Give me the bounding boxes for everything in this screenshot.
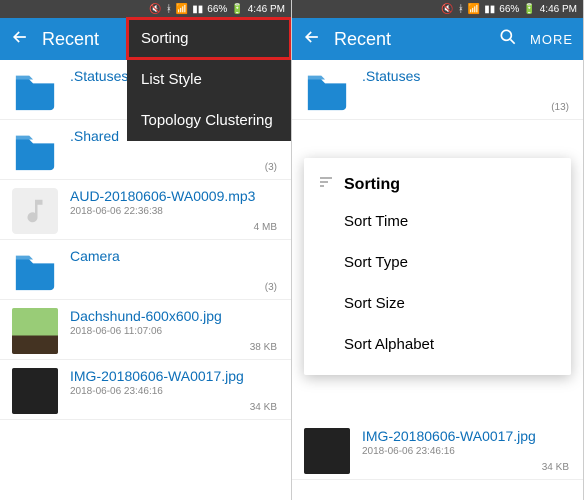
popup-title: Sorting [344,176,400,194]
folder-icon [12,68,58,114]
item-meta: 34 KB [542,462,569,473]
item-title: IMG-20180606-WA0017.jpg [70,368,279,384]
screenshot-right: 🔇 ᚼ 📶 ▮▮ 66% 🔋 4:46 PM Recent MORE .Stat… [292,0,584,500]
more-button[interactable]: MORE [530,32,573,47]
folder-icon [304,68,350,114]
menu-item-sorting[interactable]: Sorting [127,18,291,59]
audio-icon [12,188,58,234]
back-icon[interactable] [302,27,322,52]
list-item[interactable]: AUD-20180606-WA0009.mp3 2018-06-06 22:36… [0,180,291,240]
signal-icon: ▮▮ [484,4,495,15]
status-bar: 🔇 ᚼ 📶 ▮▮ 66% 🔋 4:46 PM [292,0,583,18]
battery-text: 66% [207,4,227,15]
mute-icon: 🔇 [441,4,453,15]
clock: 4:46 PM [540,4,577,15]
status-bar: 🔇 ᚼ 📶 ▮▮ 66% 🔋 4:46 PM [0,0,291,18]
screenshot-left: 🔇 ᚼ 📶 ▮▮ 66% 🔋 4:46 PM Recent .Statuses … [0,0,292,500]
signal-icon: ▮▮ [192,4,203,15]
bluetooth-icon: ᚼ [166,4,172,15]
list-item[interactable]: Dachshund-600x600.jpg 2018-06-06 11:07:0… [0,300,291,360]
item-meta: (3) [265,282,277,293]
item-subtitle: 2018-06-06 23:46:16 [70,386,279,397]
sorting-popup: Sorting Sort Time Sort Type Sort Size So… [304,158,571,375]
image-thumbnail [304,428,350,474]
menu-item-topology-clustering[interactable]: Topology Clustering [127,100,291,141]
item-title: IMG-20180606-WA0017.jpg [362,428,571,444]
item-subtitle: 2018-06-06 11:07:06 [70,326,279,337]
list-item[interactable]: IMG-20180606-WA0017.jpg 2018-06-06 23:46… [292,420,583,480]
item-meta: (13) [551,102,569,113]
popup-header: Sorting [304,168,571,201]
list-item[interactable]: Camera (3) [0,240,291,300]
wifi-icon: 📶 [176,4,188,15]
back-icon[interactable] [10,27,30,52]
item-meta: 4 MB [254,222,277,233]
mute-icon: 🔇 [149,4,161,15]
overflow-menu: Sorting List Style Topology Clustering [127,18,291,141]
item-meta: 38 KB [250,342,277,353]
app-bar: Recent MORE [292,18,583,60]
list-item[interactable]: IMG-20180606-WA0017.jpg 2018-06-06 23:46… [0,360,291,420]
item-subtitle: 2018-06-06 23:46:16 [362,446,571,457]
item-title: .Statuses [362,68,571,84]
folder-icon [12,128,58,174]
bluetooth-icon: ᚼ [458,4,464,15]
sort-icon [318,174,334,195]
battery-icon: 🔋 [523,4,535,15]
clock: 4:46 PM [248,4,285,15]
image-thumbnail [12,308,58,354]
list-item[interactable]: .Statuses (13) [292,60,583,120]
search-icon[interactable] [498,27,518,52]
appbar-title: Recent [334,29,391,50]
item-subtitle: 2018-06-06 22:36:38 [70,206,279,217]
item-title: AUD-20180606-WA0009.mp3 [70,188,279,204]
sort-option-alphabet[interactable]: Sort Alphabet [304,324,571,365]
item-meta: 34 KB [250,402,277,413]
wifi-icon: 📶 [468,4,480,15]
appbar-title: Recent [42,29,99,50]
folder-icon [12,248,58,294]
image-thumbnail [12,368,58,414]
menu-item-list-style[interactable]: List Style [127,59,291,100]
sort-option-size[interactable]: Sort Size [304,283,571,324]
sort-option-time[interactable]: Sort Time [304,201,571,242]
battery-text: 66% [499,4,519,15]
item-meta: (3) [265,162,277,173]
item-title: Dachshund-600x600.jpg [70,308,279,324]
item-title: Camera [70,248,279,264]
sort-option-type[interactable]: Sort Type [304,242,571,283]
battery-icon: 🔋 [231,4,243,15]
